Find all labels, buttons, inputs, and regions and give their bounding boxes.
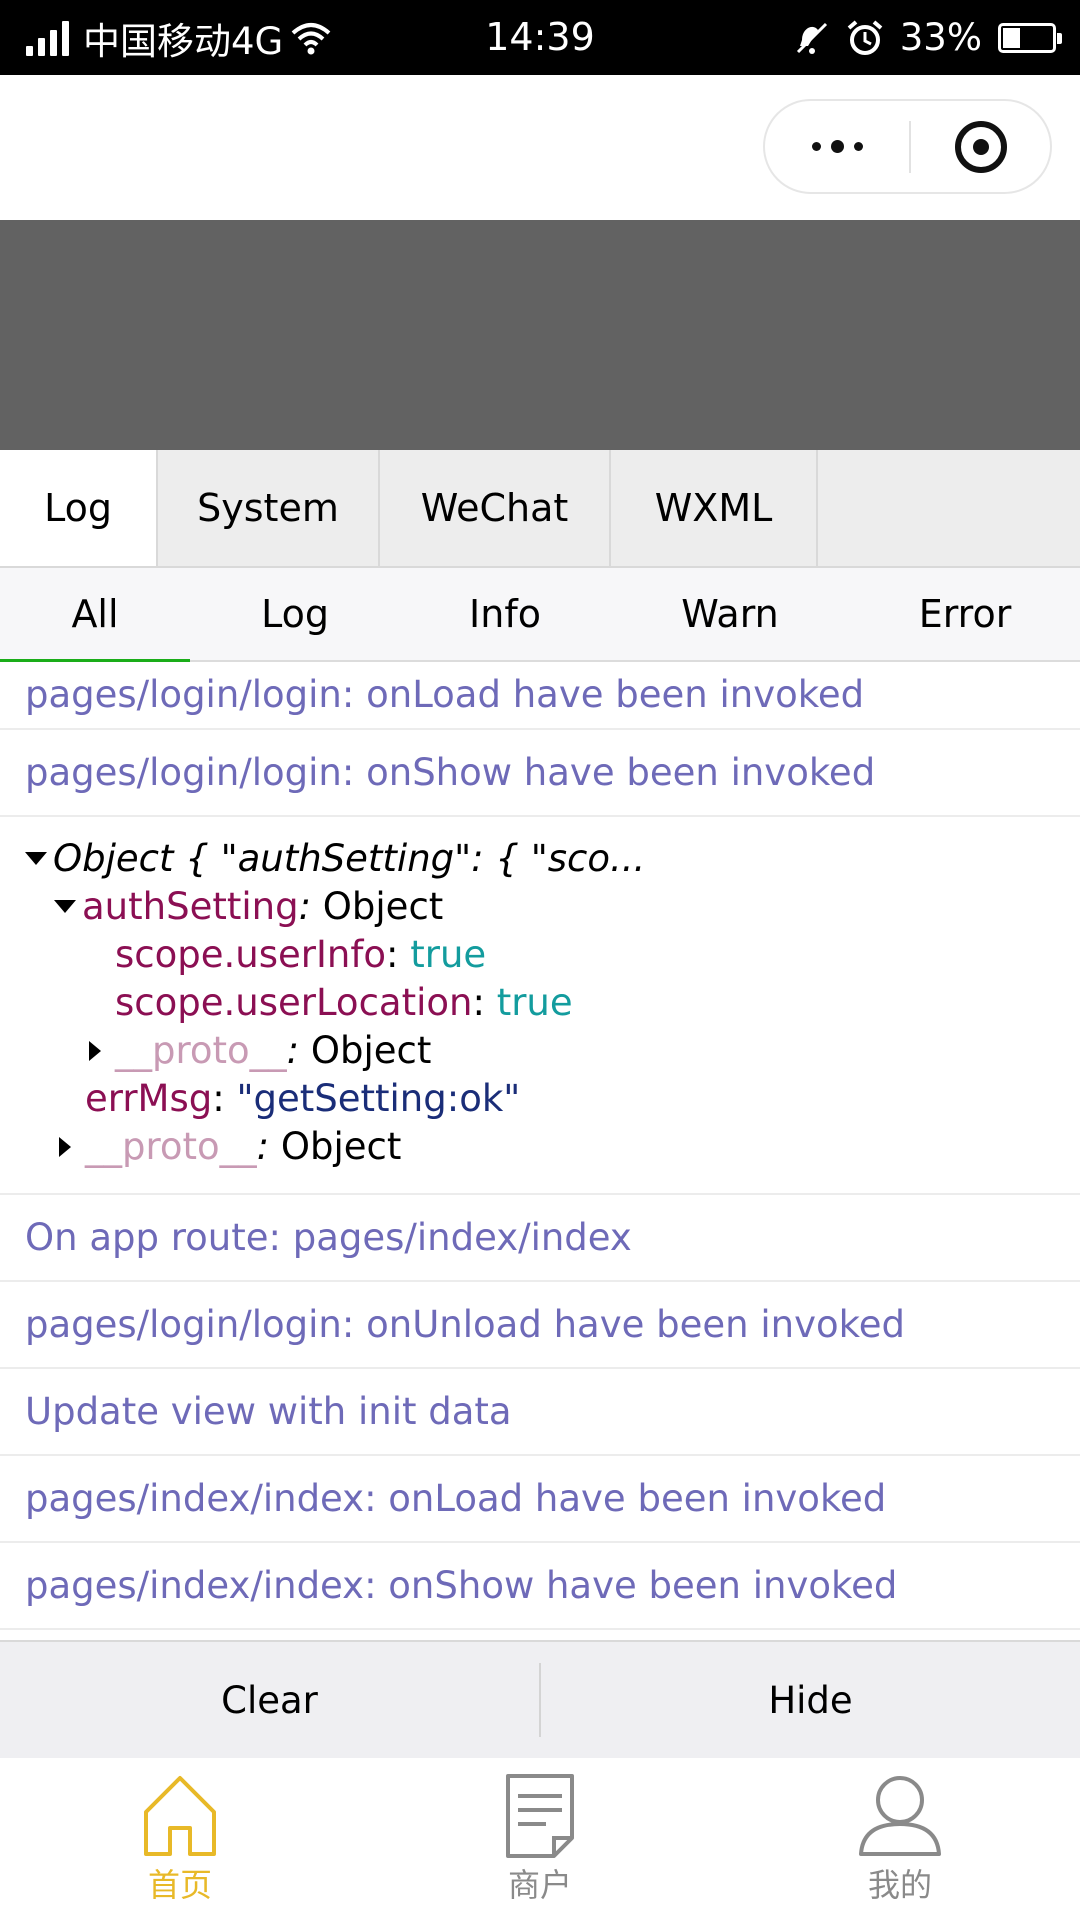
mini-program-capsule bbox=[763, 99, 1052, 194]
log-object-entry: Object { "authSetting": { "sco... authSe… bbox=[0, 817, 1080, 1195]
filter-error-label: Error bbox=[918, 592, 1012, 636]
object-summary: Object { "authSetting": { "sco... bbox=[53, 837, 646, 880]
filter-warn-label: Warn bbox=[681, 592, 779, 636]
tab-log[interactable]: Log bbox=[0, 450, 158, 566]
bottom-tab-bar: 首页 商户 我的 bbox=[0, 1758, 1080, 1920]
auth-setting-row[interactable]: authSetting: Object bbox=[25, 883, 1055, 931]
log-list[interactable]: pages/login/login: onLoad have been invo… bbox=[0, 662, 1080, 1642]
user-icon bbox=[859, 1776, 941, 1856]
collapsed-triangle-icon bbox=[59, 1136, 71, 1157]
user-location-key: scope.userLocation bbox=[115, 981, 473, 1024]
filter-all-label: All bbox=[71, 592, 119, 636]
errmsg-value: "getSetting:ok" bbox=[236, 1077, 521, 1120]
auth-setting-key: authSetting bbox=[82, 885, 299, 928]
tabbar-item-mine[interactable]: 我的 bbox=[720, 1758, 1080, 1920]
expand-triangle-icon bbox=[25, 852, 47, 865]
colon: : bbox=[298, 885, 312, 928]
vconsole-panel: Log System WeChat WXML All Log Info Warn… bbox=[0, 450, 1080, 1758]
more-menu-button[interactable] bbox=[765, 101, 909, 192]
filter-log-label: Log bbox=[261, 592, 329, 636]
alarm-icon bbox=[847, 19, 883, 55]
log-entry: pages/login/login: onShow have been invo… bbox=[0, 730, 1080, 817]
tab-wxml-label: WXML bbox=[654, 486, 773, 530]
proto-key: __proto__ bbox=[115, 1029, 287, 1072]
outer-proto-row[interactable]: __proto__: Object bbox=[25, 1123, 1055, 1171]
mute-icon bbox=[796, 22, 827, 54]
console-toolbar: Clear Hide bbox=[0, 1640, 1080, 1758]
tabbar-item-home[interactable]: 首页 bbox=[0, 1758, 360, 1920]
colon: : bbox=[212, 1077, 225, 1120]
errmsg-row: errMsg: "getSetting:ok" bbox=[25, 1075, 1055, 1123]
log-entry: Update view with init data bbox=[0, 1369, 1080, 1456]
colon: : bbox=[386, 933, 399, 976]
object-summary-row[interactable]: Object { "authSetting": { "sco... bbox=[25, 835, 1055, 883]
tab-wechat-label: WeChat bbox=[420, 486, 569, 530]
filter-error[interactable]: Error bbox=[850, 568, 1080, 660]
log-entry: pages/index/index: onShow have been invo… bbox=[0, 1543, 1080, 1630]
tab-system-label: System bbox=[197, 486, 339, 530]
battery-fill bbox=[1003, 27, 1020, 48]
log-entry: On app route: pages/index/index bbox=[0, 1195, 1080, 1282]
user-info-value: true bbox=[410, 933, 487, 976]
hide-button[interactable]: Hide bbox=[541, 1642, 1080, 1758]
user-info-row: scope.userInfo: true bbox=[25, 931, 1055, 979]
log-entry: pages/index/index: onLoad have been invo… bbox=[0, 1456, 1080, 1543]
user-location-value: true bbox=[496, 981, 573, 1024]
clear-button[interactable]: Clear bbox=[0, 1642, 539, 1758]
errmsg-key: errMsg bbox=[85, 1077, 213, 1120]
filter-all[interactable]: All bbox=[0, 568, 190, 662]
battery-icon bbox=[998, 22, 1062, 53]
battery-percent: 33% bbox=[899, 16, 982, 59]
tabbar-label-merchant: 商户 bbox=[507, 1866, 572, 1904]
colon: : bbox=[472, 981, 485, 1024]
tab-wechat[interactable]: WeChat bbox=[380, 450, 611, 566]
tab-log-label: Log bbox=[44, 486, 112, 530]
inner-proto-row[interactable]: __proto__: Object bbox=[25, 1027, 1055, 1075]
user-location-row: scope.userLocation: true bbox=[25, 979, 1055, 1027]
more-dot-icon bbox=[830, 140, 844, 153]
filter-log[interactable]: Log bbox=[190, 568, 400, 660]
status-bar-right: 33% bbox=[794, 0, 1062, 75]
log-entry: pages/login/login: onUnload have been in… bbox=[0, 1282, 1080, 1369]
auth-setting-type: Object bbox=[322, 885, 444, 928]
expand-triangle-icon bbox=[54, 900, 76, 913]
console-overlay-mask[interactable] bbox=[0, 220, 1080, 450]
more-dot-icon bbox=[811, 142, 821, 151]
nav-bar bbox=[0, 75, 1080, 220]
close-target-icon bbox=[954, 120, 1007, 173]
collapsed-triangle-icon bbox=[89, 1040, 101, 1061]
filter-info[interactable]: Info bbox=[400, 568, 610, 660]
filter-info-label: Info bbox=[469, 592, 541, 636]
filter-warn[interactable]: Warn bbox=[610, 568, 850, 660]
log-filter-tabs: All Log Info Warn Error bbox=[0, 568, 1080, 662]
console-tabs: Log System WeChat WXML bbox=[0, 450, 1080, 568]
document-icon bbox=[506, 1774, 574, 1858]
tabbar-label-mine: 我的 bbox=[867, 1866, 932, 1904]
proto-key: __proto__ bbox=[85, 1125, 257, 1168]
user-info-key: scope.userInfo bbox=[115, 933, 386, 976]
colon: : bbox=[256, 1125, 270, 1168]
proto-type: Object bbox=[280, 1125, 402, 1168]
tab-wxml[interactable]: WXML bbox=[611, 450, 818, 566]
home-icon bbox=[144, 1776, 216, 1856]
tabbar-label-home: 首页 bbox=[147, 1866, 212, 1904]
proto-type: Object bbox=[310, 1029, 432, 1072]
tabbar-item-merchant[interactable]: 商户 bbox=[360, 1758, 720, 1920]
status-bar: 中国移动4G 14:39 33% bbox=[0, 0, 1080, 75]
colon: : bbox=[286, 1029, 300, 1072]
close-mini-program-button[interactable] bbox=[911, 101, 1050, 192]
tab-system[interactable]: System bbox=[158, 450, 380, 566]
log-entry: pages/login/login: onLoad have been invo… bbox=[0, 662, 1080, 730]
more-dot-icon bbox=[853, 142, 863, 151]
